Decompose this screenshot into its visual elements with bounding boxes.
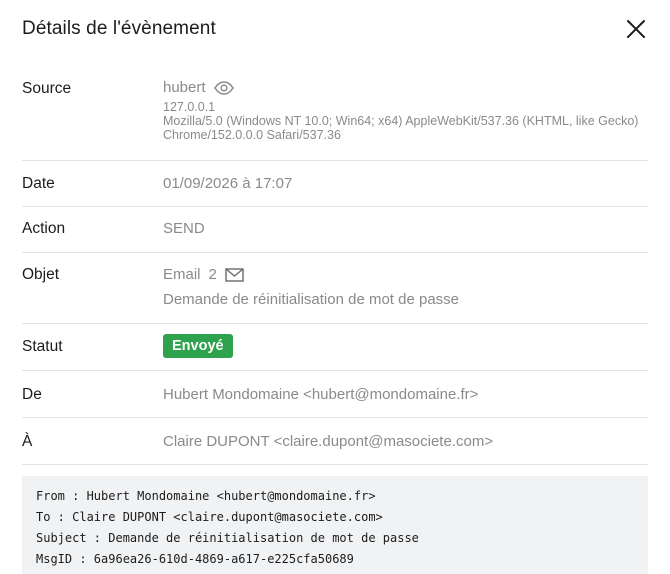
source-label: Source xyxy=(22,80,72,97)
row-de: De Hubert Mondomaine <hubert@mondomaine.… xyxy=(22,371,648,418)
row-source: Source hubert 127.0.0.1 Mozilla/5.0 (Win… xyxy=(22,68,648,161)
eye-icon[interactable] xyxy=(213,80,234,95)
status-badge: Envoyé xyxy=(163,334,233,358)
source-ip: 127.0.0.1 xyxy=(163,100,216,114)
objet-value: Email 2 Demande de réinitialisation de m… xyxy=(163,266,648,308)
row-a: À Claire DUPONT <claire.dupont@masociete… xyxy=(22,418,648,465)
source-username: hubert xyxy=(163,79,206,96)
source-user-agent: Mozilla/5.0 (Windows NT 10.0; Win64; x64… xyxy=(163,114,639,142)
action-value: SEND xyxy=(163,220,205,237)
statut-label: Statut xyxy=(22,338,63,355)
row-statut: Statut Envoyé xyxy=(22,324,648,371)
raw-line-msgid: MsgID : 6a96ea26-610d-4869-a617-e225cfa5… xyxy=(36,552,354,566)
row-date: Date 01/09/2026 à 17:07 xyxy=(22,161,648,207)
raw-line-from: From : Hubert Mondomaine <hubert@mondoma… xyxy=(36,489,376,503)
objet-type: Email xyxy=(163,266,201,283)
de-value: Hubert Mondomaine <hubert@mondomaine.fr> xyxy=(163,386,479,403)
a-value: Claire DUPONT <claire.dupont@masociete.c… xyxy=(163,433,494,450)
action-label: Action xyxy=(22,220,66,237)
raw-line-subject: Subject : Demande de réinitialisation de… xyxy=(36,531,419,545)
raw-headers-block: From : Hubert Mondomaine <hubert@mondoma… xyxy=(22,476,648,574)
source-value: hubert 127.0.0.1 Mozilla/5.0 (Windows NT… xyxy=(163,79,648,142)
objet-count: 2 xyxy=(208,266,217,283)
close-button[interactable] xyxy=(624,17,648,41)
row-objet: Objet Email 2 Demande de réinitialisatio… xyxy=(22,253,648,324)
event-details-dialog: Détails de l'évènement Source hubert 127… xyxy=(0,0,670,574)
row-action: Action SEND xyxy=(22,207,648,253)
details-list: Source hubert 127.0.0.1 Mozilla/5.0 (Win… xyxy=(22,68,648,465)
dialog-title: Détails de l'évènement xyxy=(22,18,216,39)
envelope-icon[interactable] xyxy=(225,267,245,282)
objet-subject: Demande de réinitialisation de mot de pa… xyxy=(163,291,460,308)
statut-value: Envoyé xyxy=(163,334,648,358)
raw-line-to: To : Claire DUPONT <claire.dupont@masoci… xyxy=(36,510,383,524)
a-label: À xyxy=(22,433,33,450)
de-label: De xyxy=(22,386,42,403)
objet-label: Objet xyxy=(22,266,60,283)
date-label: Date xyxy=(22,175,55,192)
dialog-header: Détails de l'évènement xyxy=(22,14,650,44)
objet-type-line: Email 2 xyxy=(163,266,648,283)
source-user: hubert xyxy=(163,79,648,96)
date-value: 01/09/2026 à 17:07 xyxy=(163,175,293,192)
close-icon xyxy=(627,20,645,38)
